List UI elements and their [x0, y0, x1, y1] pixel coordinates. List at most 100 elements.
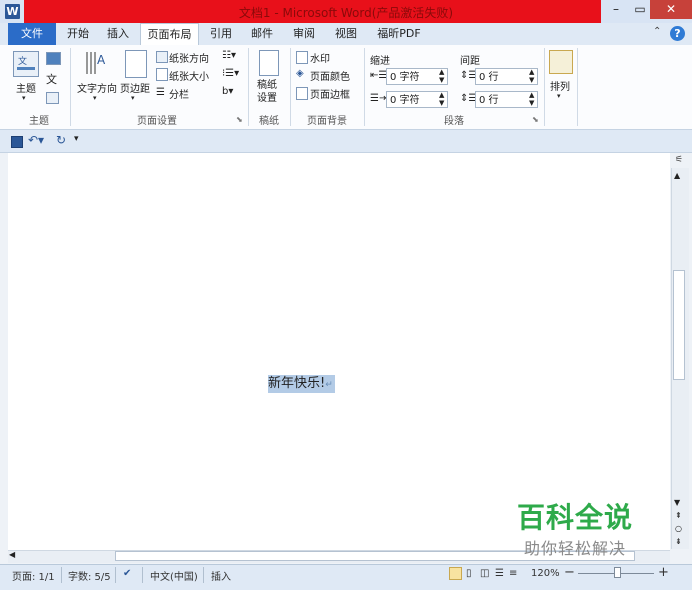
margins-label[interactable]: 页边距 [120, 80, 150, 95]
page-borders-label[interactable]: 页面边框 [310, 86, 350, 101]
indent-right-spinner-icon[interactable]: ▲ ▼ [439, 91, 444, 107]
zoom-level[interactable]: 120% [531, 568, 560, 579]
print-layout-icon[interactable] [449, 567, 462, 580]
orientation-icon[interactable] [156, 51, 168, 63]
tab-home[interactable]: 开始 [60, 23, 96, 45]
indent-left-spinner-icon[interactable]: ▲ ▼ [439, 68, 444, 84]
redo-icon[interactable]: ↻ [56, 133, 66, 147]
draft-view-icon[interactable]: ≡ [509, 568, 517, 579]
margins-icon[interactable] [125, 50, 147, 78]
help-icon[interactable]: ? [670, 26, 685, 41]
watermark-icon[interactable] [296, 51, 308, 64]
status-separator [203, 567, 204, 583]
outline-icon[interactable]: ☰ [495, 568, 504, 579]
group-separator [70, 48, 71, 126]
draft-paper-settings-label[interactable]: 稿纸设置 [257, 79, 279, 105]
orientation-label[interactable]: 纸张方向 [169, 50, 209, 65]
themes-dropdown-icon[interactable]: ▾ [22, 94, 26, 102]
arrange-dropdown-icon[interactable]: ▾ [557, 92, 561, 100]
tab-file[interactable]: 文件 [8, 23, 56, 45]
page-setup-launcher-icon[interactable]: ⬊ [236, 115, 243, 124]
maximize-button[interactable]: ▭ [630, 0, 650, 19]
group-separator [577, 48, 578, 126]
zoom-out-button[interactable]: − [564, 565, 575, 580]
vertical-scroll-thumb[interactable] [673, 270, 685, 380]
save-icon[interactable] [11, 136, 23, 148]
draft-group-label: 稿纸 [259, 116, 279, 127]
paragraph-group-label: 段落 [444, 116, 464, 127]
group-separator [290, 48, 291, 126]
page-color-icon[interactable]: ◈ [296, 68, 304, 79]
arrange-icon[interactable] [549, 50, 573, 74]
scroll-left-icon[interactable]: ◀ [9, 550, 15, 559]
selected-text[interactable]: 新年快乐!↵ [268, 375, 335, 393]
document-page[interactable] [8, 153, 670, 550]
page-background-group-label: 页面背景 [307, 116, 347, 127]
tab-foxit-pdf[interactable]: 福昕PDF [372, 23, 426, 45]
scroll-up-icon[interactable]: ▲ [674, 171, 680, 180]
scroll-down-icon[interactable]: ▼ [674, 498, 680, 507]
text-direction-dropdown-icon[interactable]: ▾ [93, 94, 97, 102]
page-size-icon[interactable] [156, 68, 168, 81]
language[interactable]: 中文(中国) [150, 568, 198, 583]
watermark-subtitle: 助你轻松解决 [524, 539, 627, 558]
theme-effects-icon[interactable] [46, 92, 59, 104]
spacing-after-spinner-icon[interactable]: ▲ ▼ [529, 91, 534, 107]
tab-mailings[interactable]: 邮件 [244, 23, 280, 45]
minimize-button[interactable]: – [602, 0, 630, 19]
close-button[interactable]: ✕ [650, 0, 692, 19]
hyphenation-icon[interactable]: b▾ [222, 86, 233, 97]
page-setup-group-label: 页面设置 [137, 116, 177, 127]
columns-icon[interactable]: ☰ [156, 87, 165, 98]
page-size-label[interactable]: 纸张大小 [169, 68, 209, 83]
zoom-slider-thumb[interactable] [614, 567, 621, 578]
next-page-icon[interactable]: ⇟ [675, 537, 682, 546]
breaks-icon[interactable]: ☷▾ [222, 50, 236, 61]
document-text[interactable]: 新年快乐! [268, 376, 325, 391]
select-browse-object-icon[interactable]: ○ [675, 524, 682, 533]
tab-view[interactable]: 视图 [328, 23, 364, 45]
margins-dropdown-icon[interactable]: ▾ [131, 94, 135, 102]
customize-qat-icon[interactable]: ▾ [74, 134, 79, 144]
proofing-icon[interactable]: ✔ [123, 568, 131, 579]
page-count[interactable]: 页面: 1/1 [12, 568, 55, 583]
collapse-ribbon-icon[interactable]: ⌃ [653, 26, 661, 37]
tab-page-layout[interactable]: 页面布局 [140, 23, 199, 46]
status-separator [115, 567, 116, 583]
line-numbers-icon[interactable]: ⁝☰▾ [222, 68, 239, 79]
svg-text:文: 文 [18, 55, 27, 67]
themes-icon[interactable]: 文 [13, 51, 39, 77]
full-screen-reading-icon[interactable]: ▯ [466, 568, 472, 579]
quick-access-toolbar [0, 130, 692, 153]
text-direction-icon[interactable]: A [84, 50, 108, 76]
status-separator [142, 567, 143, 583]
window-title: 文档1 - Microsoft Word(产品激活失败) [238, 6, 454, 20]
draft-paper-icon[interactable] [259, 50, 279, 76]
theme-fonts-icon[interactable]: 文 [46, 71, 57, 87]
zoom-in-button[interactable]: + [658, 565, 669, 580]
themes-glyph: 文 [17, 55, 35, 70]
insert-mode[interactable]: 插入 [211, 568, 231, 583]
themes-label[interactable]: 主题 [16, 80, 36, 95]
undo-icon[interactable]: ↶▾ [28, 133, 44, 147]
arrange-label[interactable]: 排列 [550, 78, 570, 93]
tab-insert[interactable]: 插入 [100, 23, 136, 45]
paragraph-launcher-icon[interactable]: ⬊ [532, 115, 539, 124]
web-layout-icon[interactable]: ◫ [480, 568, 489, 579]
watermark-label[interactable]: 水印 [310, 50, 330, 65]
indent-label: 缩进 [370, 56, 390, 67]
group-separator [248, 48, 249, 126]
spacing-before-spinner-icon[interactable]: ▲ ▼ [529, 68, 534, 84]
paragraph-mark: ↵ [325, 380, 333, 390]
theme-colors-icon[interactable] [46, 52, 61, 65]
word-count[interactable]: 字数: 5/5 [68, 568, 111, 583]
text-direction-label[interactable]: 文字方向 [77, 80, 117, 95]
previous-page-icon[interactable]: ⇞ [675, 511, 682, 520]
page-borders-icon[interactable] [296, 87, 308, 100]
columns-label[interactable]: 分栏 [169, 86, 189, 101]
tab-references[interactable]: 引用 [203, 23, 239, 45]
tab-review[interactable]: 审阅 [286, 23, 322, 45]
page-color-label[interactable]: 页面颜色 [310, 68, 350, 83]
spacing-label: 间距 [460, 56, 480, 67]
view-ruler-icon[interactable]: ⚟ [673, 155, 685, 167]
